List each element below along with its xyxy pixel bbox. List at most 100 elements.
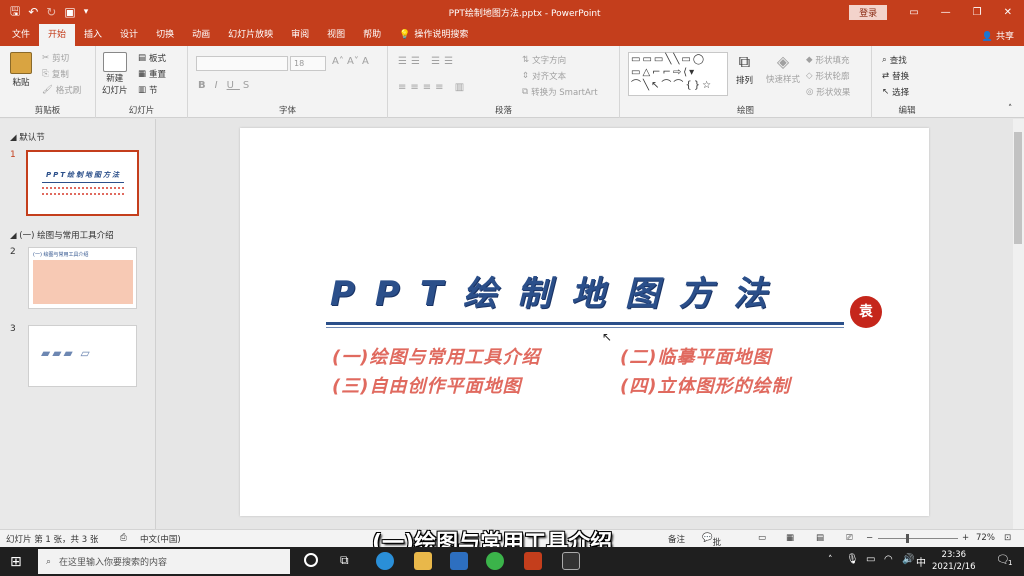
agenda-item-3[interactable]: (三)自由创作平面地图 <box>332 372 521 398</box>
tab-transitions[interactable]: 切换 <box>147 24 183 46</box>
zoom-out-button[interactable]: − <box>866 533 873 543</box>
agenda-item-1[interactable]: (一)绘图与常用工具介绍 <box>332 343 540 369</box>
language[interactable]: 中文(中国) <box>140 533 181 545</box>
network-icon[interactable]: ▭ <box>866 554 875 565</box>
powerpoint-icon[interactable] <box>524 552 542 570</box>
text-direction-icon: ⇅ <box>522 55 530 65</box>
font-format-buttons[interactable]: BIUS <box>198 80 255 91</box>
shape-fill-button[interactable]: ◆ 形状填充 <box>806 54 850 66</box>
fit-slide-icon[interactable]: ⊡ <box>1004 533 1011 543</box>
windows-start-icon[interactable]: ⊞ <box>10 554 22 570</box>
store-icon[interactable] <box>450 552 468 570</box>
tab-help[interactable]: 帮助 <box>354 24 390 46</box>
align-text-button[interactable]: ⇕ 对齐文本 <box>522 70 566 82</box>
ribbon-display-options-icon[interactable]: ▭ <box>909 7 918 18</box>
volume-icon[interactable]: 🔊 <box>902 554 914 565</box>
undo-icon[interactable]: ↶ <box>28 5 38 19</box>
paragraph-group: ☰☰ ☰☰ ⇅ 文字方向 ⇕ 对齐文本 ⧉ 转换为 SmartArt ≡≡≡≡ ▥ 段… <box>388 46 620 118</box>
cortana-icon[interactable] <box>304 553 318 567</box>
spellcheck-icon[interactable]: ⎙ <box>120 533 127 543</box>
wechat-icon[interactable] <box>486 552 504 570</box>
restore-button[interactable]: ❐ <box>973 7 982 18</box>
slide-title[interactable]: PPT绘制地图方法 <box>330 266 787 315</box>
comments-button[interactable]: 💬 批注 <box>702 533 721 560</box>
replace-button[interactable]: ⇄ 替换 <box>882 70 909 82</box>
camera-app-icon[interactable] <box>562 552 580 570</box>
select-button[interactable]: ↖ 选择 <box>882 86 909 98</box>
minimize-button[interactable]: — <box>941 7 951 18</box>
scrollbar-thumb[interactable] <box>1014 132 1022 244</box>
text-direction-button[interactable]: ⇅ 文字方向 <box>522 54 566 66</box>
login-button[interactable]: 登录 <box>849 4 888 20</box>
arrange-button[interactable]: ⧉ 排列 <box>736 52 753 86</box>
quick-styles-button[interactable]: ◈ 快速样式 <box>766 52 800 85</box>
wifi-icon[interactable]: ◠ <box>884 554 893 565</box>
agenda-item-2[interactable]: (二)临摹平面地图 <box>620 343 771 369</box>
tell-me-search[interactable]: 💡 操作说明搜索 <box>390 24 477 46</box>
close-button[interactable]: ✕ <box>1004 7 1012 18</box>
format-painter-label: 格式刷 <box>55 86 82 96</box>
slide-info: 幻灯片 第 1 张，共 3 张 <box>6 535 99 545</box>
copy-button[interactable]: ⎘ 复制 <box>42 68 69 80</box>
system-clock[interactable]: 23:36 2021/2/16 <box>932 549 976 573</box>
customize-qat-icon[interactable]: ▾ <box>84 7 89 17</box>
zoom-level[interactable]: 72% <box>976 533 995 543</box>
tab-view[interactable]: 视图 <box>318 24 354 46</box>
slideshow-icon[interactable]: ⎚ <box>846 533 853 543</box>
cut-button[interactable]: ✂ 剪切 <box>42 52 69 64</box>
smartart-button[interactable]: ⧉ 转换为 SmartArt <box>522 86 598 98</box>
redo-icon[interactable]: ↻ <box>46 5 56 19</box>
shape-effects-button[interactable]: ◎ 形状效果 <box>806 86 850 98</box>
task-view-icon[interactable]: ⧉ <box>340 553 349 568</box>
slide-thumbnail-2[interactable]: (一) 绘图与常用工具介绍 <box>28 247 137 309</box>
tab-animations[interactable]: 动画 <box>183 24 219 46</box>
tab-review[interactable]: 审阅 <box>282 24 318 46</box>
slide-sorter-icon[interactable]: ▦ <box>786 533 794 543</box>
tab-slideshow[interactable]: 幻灯片放映 <box>219 24 282 46</box>
notes-button[interactable]: 备注 <box>668 533 685 545</box>
shapes-gallery[interactable]: ▭▭▭╲╲▭◯ ▭△⌐⌐⇨⟨▾ ⌒╲↖⌒⌒{}☆ <box>628 52 728 96</box>
slide-1[interactable]: PPT绘制地图方法 袁 (一)绘图与常用工具介绍 (二)临摹平面地图 (三)自由… <box>240 128 929 516</box>
zoom-slider[interactable] <box>878 538 958 539</box>
agenda-item-4[interactable]: (四)立体图形的绘制 <box>620 372 790 398</box>
find-button[interactable]: ⌕ 查找 <box>882 54 907 66</box>
share-label: 共享 <box>995 31 1014 42</box>
section-button[interactable]: ▥ 节 <box>138 84 158 96</box>
tab-insert[interactable]: 插入 <box>75 24 111 46</box>
ime-indicator[interactable]: 中 <box>916 554 926 569</box>
reading-view-icon[interactable]: ▤ <box>816 533 824 543</box>
format-painter-button[interactable]: 🖌 格式刷 <box>42 84 81 96</box>
file-explorer-icon[interactable] <box>414 552 432 570</box>
shape-outline-button[interactable]: ◇ 形状轮廓 <box>806 70 850 82</box>
font-size-select[interactable]: 18 <box>290 56 326 71</box>
zoom-in-button[interactable]: + <box>962 533 969 543</box>
new-slide-button[interactable]: 新建 幻灯片 <box>102 52 128 96</box>
normal-view-icon[interactable]: ▭ <box>758 533 766 543</box>
layout-button[interactable]: ▤ 板式 <box>138 52 166 64</box>
start-from-beginning-icon[interactable]: ▣ <box>64 5 75 19</box>
tray-arrow-icon[interactable]: ˄ <box>828 555 833 565</box>
paste-button[interactable]: 粘贴 <box>10 52 32 88</box>
list-buttons[interactable]: ☰☰ ☰☰ <box>398 56 457 67</box>
tab-home[interactable]: 开始 <box>39 24 76 46</box>
font-family-select[interactable] <box>196 56 288 71</box>
align-buttons[interactable]: ≡≡≡≡ ▥ <box>398 82 468 93</box>
tab-design[interactable]: 设计 <box>111 24 147 46</box>
save-icon[interactable]: 🖫 <box>10 2 20 23</box>
reset-button[interactable]: ▦ 重置 <box>138 68 166 80</box>
taskbar-search[interactable]: ⌕ 在这里输入你要搜索的内容 <box>38 549 290 574</box>
zoom-slider-handle[interactable] <box>906 534 909 543</box>
tell-me-label: 操作说明搜索 <box>414 30 469 40</box>
edge-icon[interactable] <box>376 552 394 570</box>
font-size-buttons[interactable]: A˄ A˅ A <box>332 56 369 67</box>
share-button[interactable]: 👤 共享 <box>982 29 1014 42</box>
smartart-icon: ⧉ <box>522 87 529 97</box>
align-text-label: 对齐文本 <box>532 72 567 82</box>
collapse-ribbon-icon[interactable]: ˄ <box>1008 104 1012 114</box>
slide-thumbnail-3[interactable]: ▰▰▰ ▱ <box>28 325 137 387</box>
tab-file[interactable]: 文件 <box>0 24 39 46</box>
section-default[interactable]: ◢ 默认节 <box>10 131 45 143</box>
section-2[interactable]: ◢ (一) 绘图与常用工具介绍 <box>10 229 114 241</box>
slide-thumbnail-1[interactable]: PPT绘制地图方法 <box>26 150 139 216</box>
microphone-icon[interactable]: 🎙 <box>846 554 859 565</box>
